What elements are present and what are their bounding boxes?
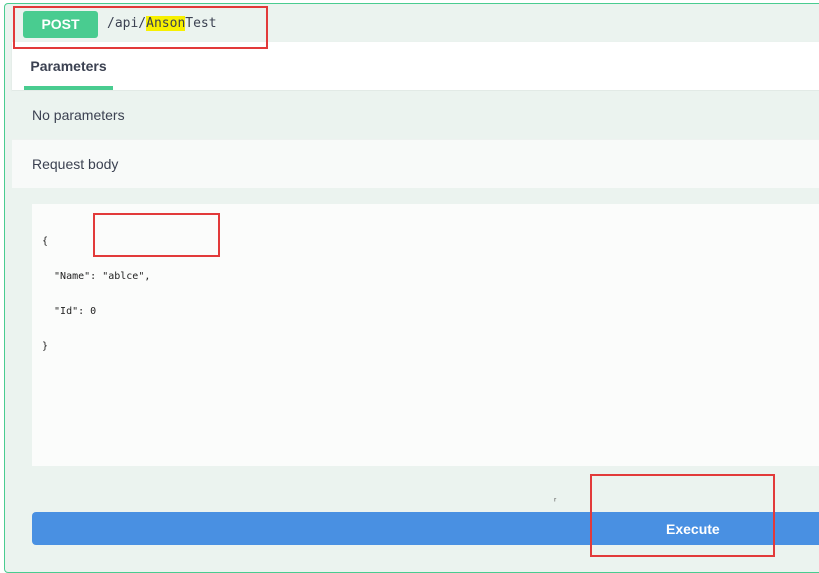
editor-line: } xyxy=(42,341,49,352)
no-parameters-row: No parameters xyxy=(12,90,819,139)
tab-header: Parameters xyxy=(12,42,819,90)
annotation-box-body-values xyxy=(93,213,220,257)
stray-mark: ᵣ xyxy=(554,493,557,504)
tab-parameters-label: Parameters xyxy=(30,58,107,74)
editor-line: "Name": "ablce", xyxy=(42,271,151,282)
no-parameters-text: No parameters xyxy=(32,107,125,123)
request-body-header: Request body xyxy=(12,139,819,189)
request-body-label: Request body xyxy=(32,156,119,172)
annotation-box-execute xyxy=(590,474,775,557)
annotation-box-endpoint xyxy=(13,6,268,49)
editor-line: "Id": 0 xyxy=(42,306,97,317)
tab-parameters[interactable]: Parameters xyxy=(24,42,113,90)
